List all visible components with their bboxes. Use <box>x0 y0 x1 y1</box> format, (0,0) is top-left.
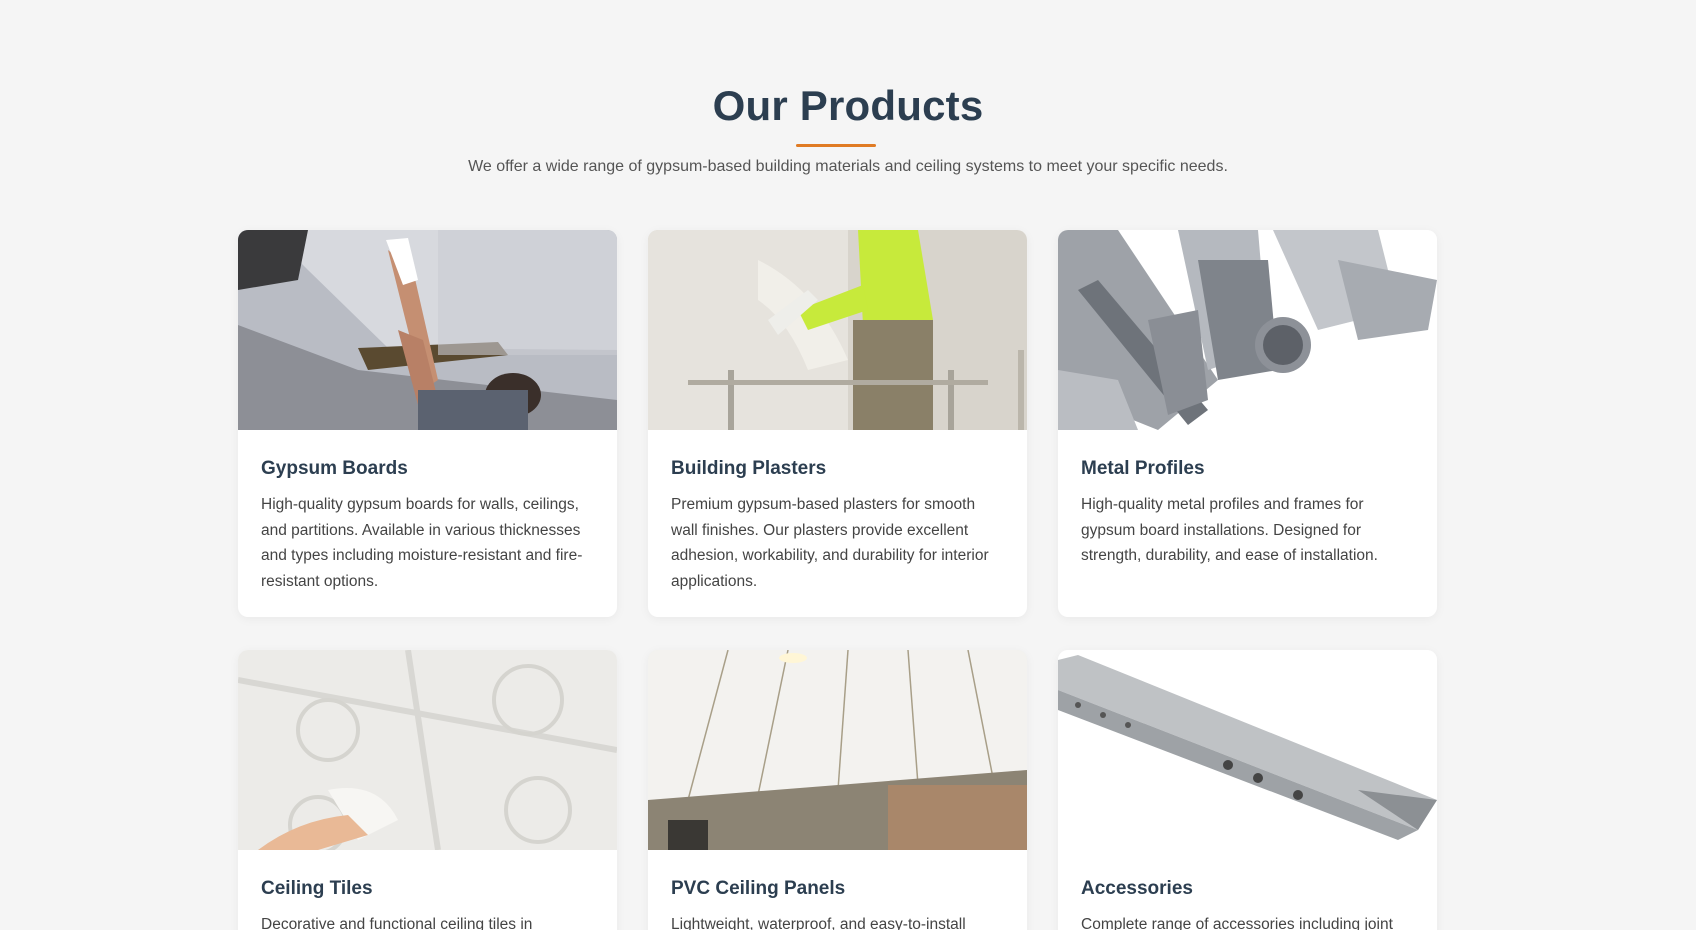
product-title: Building Plasters <box>671 458 827 479</box>
section-title: Our Products <box>712 82 984 129</box>
product-description: Decorative and functional ceiling tiles … <box>261 916 533 930</box>
pvc-ceiling-panels-image <box>648 650 1027 850</box>
product-title: Gypsum Boards <box>261 458 408 479</box>
product-card-ceiling-tiles[interactable]: Ceiling Tiles Decorative and functional … <box>238 650 617 930</box>
products-section: Our Products We offer a wide range of gy… <box>0 0 1696 930</box>
corner-bead-accessory-image <box>1058 650 1437 850</box>
product-title: Ceiling Tiles <box>261 878 373 899</box>
product-title: PVC Ceiling Panels <box>671 878 846 899</box>
worker-installing-ceiling-board-image <box>238 230 617 430</box>
card-body: Accessories Complete range of accessorie… <box>1058 850 1437 930</box>
metal-profiles-image <box>1058 230 1437 430</box>
product-card-accessories[interactable]: Accessories Complete range of accessorie… <box>1058 650 1437 930</box>
product-title: Accessories <box>1081 878 1193 899</box>
product-card-building-plasters[interactable]: Building Plasters Premium gypsum-based p… <box>648 230 1027 617</box>
product-description: Premium gypsum-based plasters for smooth… <box>671 496 989 590</box>
product-description: High-quality metal profiles and frames f… <box>1081 496 1378 564</box>
product-title: Metal Profiles <box>1081 458 1205 479</box>
card-body: Gypsum Boards High-quality gypsum boards… <box>238 430 617 616</box>
product-card-gypsum-boards[interactable]: Gypsum Boards High-quality gypsum boards… <box>238 230 617 617</box>
section-subtitle: We offer a wide range of gypsum-based bu… <box>468 158 1228 175</box>
product-description: Lightweight, waterproof, and easy-to-ins… <box>671 916 966 930</box>
worker-plastering-wall-image <box>648 230 1027 430</box>
card-body: Ceiling Tiles Decorative and functional … <box>238 850 617 930</box>
product-card-metal-profiles[interactable]: Metal Profiles High-quality metal profil… <box>1058 230 1437 617</box>
card-body: PVC Ceiling Panels Lightweight, waterpro… <box>648 850 1027 930</box>
title-underline <box>796 144 876 147</box>
card-body: Metal Profiles High-quality metal profil… <box>1058 430 1437 591</box>
card-body: Building Plasters Premium gypsum-based p… <box>648 430 1027 616</box>
product-card-pvc-ceiling-panels[interactable]: PVC Ceiling Panels Lightweight, waterpro… <box>648 650 1027 930</box>
product-description: Complete range of accessories including … <box>1081 916 1393 930</box>
product-description: High-quality gypsum boards for walls, ce… <box>261 496 583 590</box>
decorative-ceiling-tiles-image <box>238 650 617 850</box>
